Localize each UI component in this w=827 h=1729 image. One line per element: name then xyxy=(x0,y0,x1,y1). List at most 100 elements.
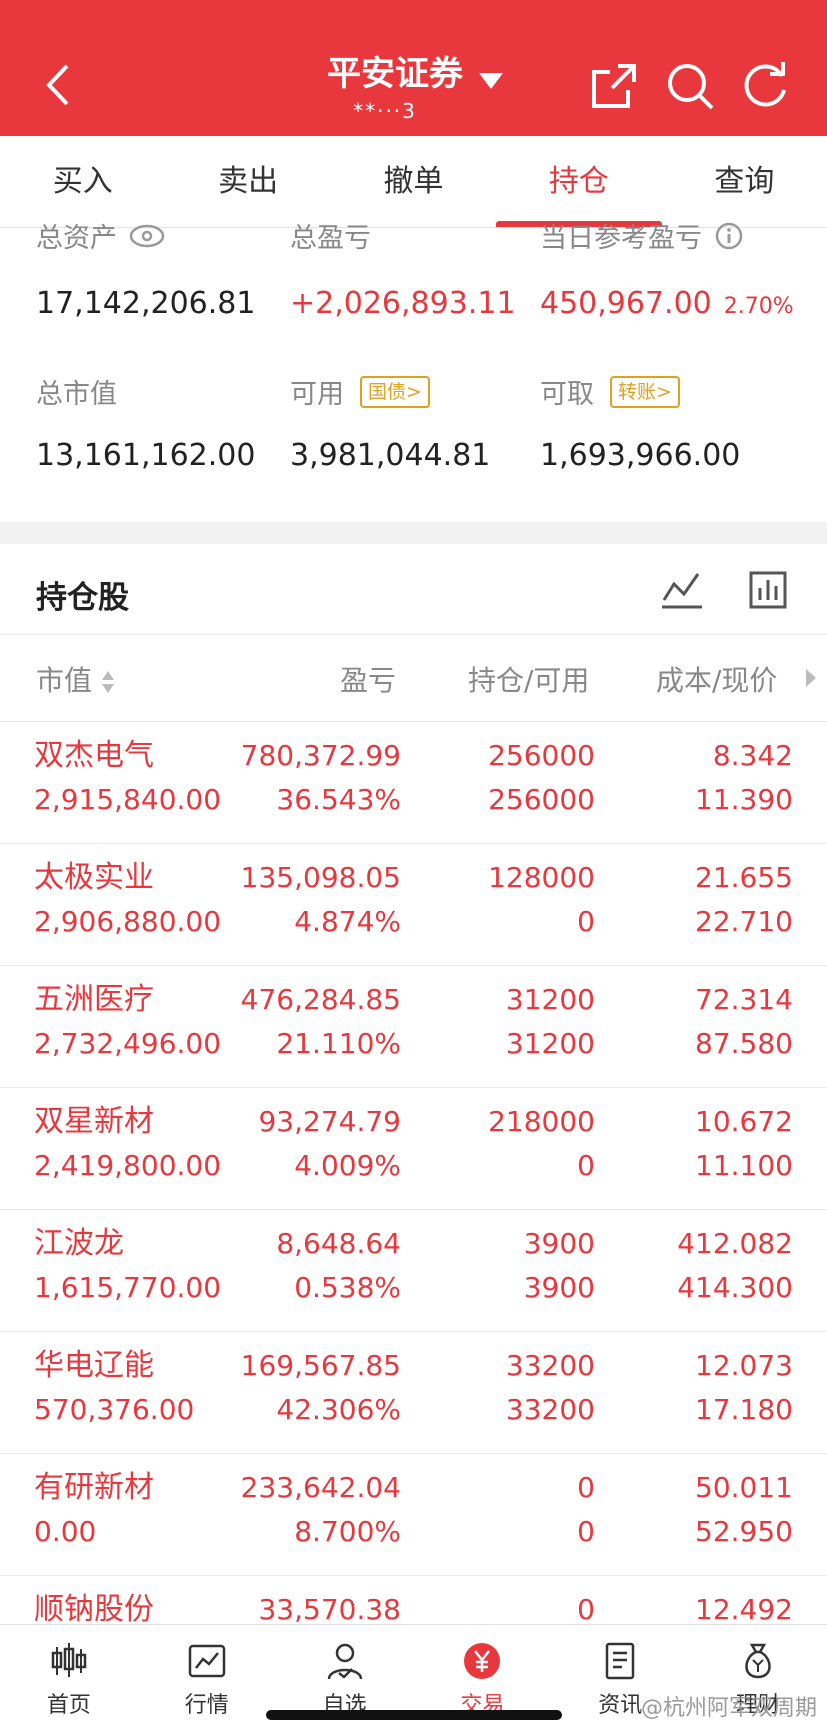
back-arrow-icon xyxy=(46,64,69,106)
stock-pl: 33,570.38 xyxy=(258,1593,401,1624)
sort-icon xyxy=(101,671,114,693)
stock-name: 华电辽能 xyxy=(34,1348,154,1383)
search-icon xyxy=(668,64,714,110)
stock-available: 0 xyxy=(577,905,595,938)
stock-pl-percent: 4.874% xyxy=(294,905,401,938)
stock-pl-percent: 21.110% xyxy=(276,1027,401,1060)
today-pl-percent: 2.70% xyxy=(723,294,794,319)
refresh-button[interactable] xyxy=(740,60,792,112)
stock-pl: 169,567.85 xyxy=(240,1349,401,1382)
today-pl-label: 当日参考盈亏 xyxy=(540,223,702,254)
stock-available: 256000 xyxy=(488,783,595,816)
stock-pl-percent: 0.538% xyxy=(294,1271,401,1304)
total-pl-label: 总盈亏 xyxy=(290,223,371,254)
stock-market-value: 0.00 xyxy=(34,1515,97,1548)
withdrawable-value: 1,693,966.00 xyxy=(540,438,741,473)
col-position: 持仓/可用 xyxy=(468,664,590,697)
col-cost-price: 成本/现价 xyxy=(656,664,778,697)
app-header: 平安证券 **···3 xyxy=(0,0,827,136)
scroll-right-icon[interactable] xyxy=(804,667,818,689)
stock-available: 0 xyxy=(577,1149,595,1182)
back-button[interactable] xyxy=(38,58,78,112)
stock-pl: 8,648.64 xyxy=(276,1227,401,1260)
candlestick-icon xyxy=(47,1639,91,1683)
stock-market-value: 2,906,880.00 xyxy=(34,905,222,938)
stock-position: 3900 xyxy=(523,1227,595,1260)
nav-market-label: 行情 xyxy=(184,1693,229,1718)
stock-price: 414.300 xyxy=(677,1271,793,1304)
stock-price: 11.390 xyxy=(695,783,793,816)
available-value: 3,981,044.81 xyxy=(290,438,491,473)
nav-market[interactable]: 行情 xyxy=(138,1625,276,1729)
total-assets-label: 总资产 xyxy=(36,223,117,254)
tab-buy[interactable]: 买入 xyxy=(0,136,165,227)
table-row[interactable]: 有研新材 0.00 233,642.04 8.700% 0 0 50.011 5… xyxy=(0,1454,827,1576)
stock-available: 33200 xyxy=(505,1393,595,1426)
page-title: 平安证券 xyxy=(327,54,463,94)
trend-chart-button[interactable] xyxy=(660,570,704,614)
tab-sell[interactable]: 卖出 xyxy=(165,136,330,227)
table-row[interactable]: 双星新材 2,419,800.00 93,274.79 4.009% 21800… xyxy=(0,1088,827,1210)
stock-cost: 21.655 xyxy=(695,861,793,894)
treasury-bond-button[interactable]: 国债> xyxy=(360,375,430,408)
dropdown-caret-icon xyxy=(479,72,503,89)
home-indicator[interactable] xyxy=(266,1710,562,1720)
stock-pl-percent: 36.543% xyxy=(276,783,401,816)
bar-chart-button[interactable] xyxy=(748,570,788,614)
tab-cancel[interactable]: 撤单 xyxy=(331,136,496,227)
account-number: **···3 xyxy=(353,99,417,123)
watermark: @杭州阿军双周期 xyxy=(640,1696,817,1721)
stock-position: 33200 xyxy=(505,1349,595,1382)
table-row[interactable]: 江波龙 1,615,770.00 8,648.64 0.538% 3900 39… xyxy=(0,1210,827,1332)
document-icon xyxy=(598,1639,642,1683)
stock-pl: 780,372.99 xyxy=(240,739,401,772)
holdings-column-header: 市值 盈亏 持仓/可用 成本/现价 xyxy=(0,634,827,722)
holdings-title: 持仓股 xyxy=(36,580,129,616)
stock-available: 31200 xyxy=(505,1027,595,1060)
broker-selector[interactable]: 平安证券 **···3 xyxy=(280,46,550,123)
share-button[interactable] xyxy=(588,60,640,112)
table-row[interactable]: 五洲医疗 2,732,496.00 476,284.85 21.110% 312… xyxy=(0,966,827,1088)
stock-cost: 72.314 xyxy=(695,983,793,1016)
eye-icon[interactable] xyxy=(129,224,165,248)
trade-tabs: 买入 卖出 撤单 持仓 查询 xyxy=(0,136,827,228)
stock-name: 五洲医疗 xyxy=(34,982,154,1017)
available-label: 可用 xyxy=(290,379,344,410)
sort-market-value[interactable]: 市值 xyxy=(36,659,115,699)
stock-market-value: 2,419,800.00 xyxy=(34,1149,222,1182)
stock-name: 双杰电气 xyxy=(34,738,154,773)
money-bag-icon xyxy=(736,1639,780,1683)
table-row[interactable]: 顺钠股份 33,570.38 0 12.492 xyxy=(0,1576,827,1624)
info-icon[interactable] xyxy=(714,221,744,251)
stock-market-value: 2,732,496.00 xyxy=(34,1027,222,1060)
stock-cost: 8.342 xyxy=(712,739,793,772)
line-chart-icon xyxy=(662,573,702,609)
nav-home[interactable]: 首页 xyxy=(0,1625,138,1729)
stock-name: 太极实业 xyxy=(34,860,154,895)
yuan-coin-icon xyxy=(460,1639,504,1683)
table-row[interactable]: 太极实业 2,906,880.00 135,098.05 4.874% 1280… xyxy=(0,844,827,966)
stock-position: 0 xyxy=(577,1593,595,1624)
nav-news-label: 资讯 xyxy=(598,1693,643,1718)
stock-pl-percent: 42.306% xyxy=(276,1393,401,1426)
tab-query[interactable]: 查询 xyxy=(662,136,827,227)
transfer-button[interactable]: 转账> xyxy=(610,375,680,408)
stock-price: 11.100 xyxy=(695,1149,793,1182)
table-row[interactable]: 双杰电气 2,915,840.00 780,372.99 36.543% 256… xyxy=(0,722,827,844)
total-assets-value: 17,142,206.81 xyxy=(36,286,256,321)
search-button[interactable] xyxy=(664,60,716,112)
withdrawable-label: 可取 xyxy=(540,379,594,410)
nav-home-label: 首页 xyxy=(46,1693,91,1718)
tab-positions[interactable]: 持仓 xyxy=(496,136,663,227)
stock-pl: 135,098.05 xyxy=(240,861,401,894)
stock-price: 52.950 xyxy=(695,1515,793,1548)
table-row[interactable]: 华电辽能 570,376.00 169,567.85 42.306% 33200… xyxy=(0,1332,827,1454)
stock-position: 0 xyxy=(577,1471,595,1504)
holdings-list: 双杰电气 2,915,840.00 780,372.99 36.543% 256… xyxy=(0,722,827,1624)
share-icon xyxy=(592,64,636,108)
stock-market-value: 570,376.00 xyxy=(34,1393,195,1426)
market-value-label: 总市值 xyxy=(36,379,117,410)
stock-pl: 476,284.85 xyxy=(240,983,401,1016)
stock-cost: 12.492 xyxy=(695,1593,793,1624)
stock-position: 128000 xyxy=(488,861,595,894)
